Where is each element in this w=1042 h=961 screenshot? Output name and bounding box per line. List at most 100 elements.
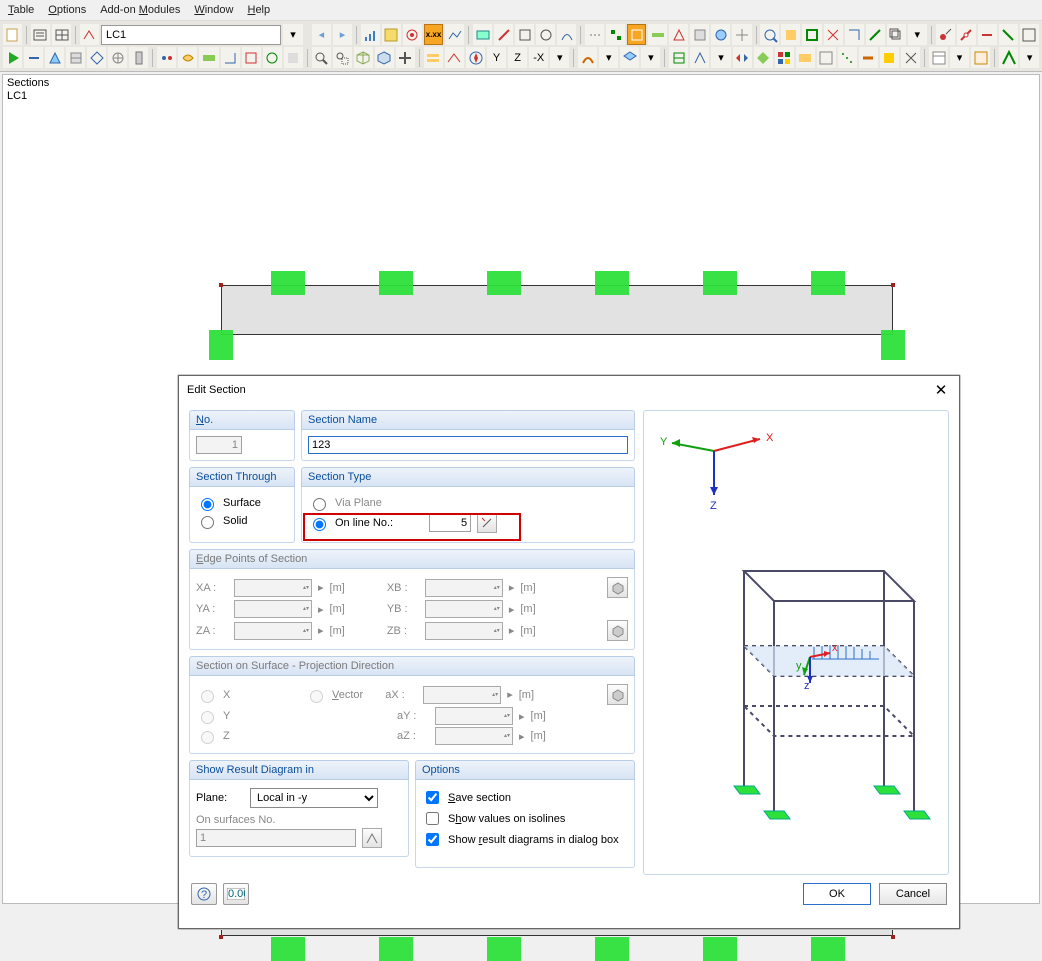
- toolbar-icon[interactable]: ▾: [550, 47, 569, 68]
- pick-point-b-button[interactable]: [607, 620, 628, 641]
- menu-addon[interactable]: Add-on Modules: [100, 4, 180, 16]
- toolbar-icon[interactable]: [606, 24, 625, 45]
- toolbar-icon[interactable]: [901, 47, 920, 68]
- pick-surface-button[interactable]: [362, 828, 382, 848]
- toolbar-icon[interactable]: [578, 47, 597, 68]
- plane-select[interactable]: Local in -y: [250, 788, 378, 808]
- pan-icon[interactable]: [396, 47, 415, 68]
- result-icon[interactable]: [445, 24, 464, 45]
- close-icon[interactable]: ✕: [931, 380, 951, 400]
- toolbar-icon[interactable]: ▾: [599, 47, 618, 68]
- on-line-radio[interactable]: [313, 518, 326, 531]
- toolbar-icon[interactable]: [845, 24, 864, 45]
- viewport[interactable]: Sections LC1 Edit Section ✕ No.: [2, 74, 1040, 904]
- toolbar-icon[interactable]: [732, 24, 751, 45]
- toolbar-icon[interactable]: [775, 47, 794, 68]
- toolbar-icon[interactable]: [929, 47, 948, 68]
- toolbar-icon[interactable]: [999, 47, 1018, 68]
- toolbar-icon[interactable]: ▾: [1020, 47, 1039, 68]
- toolbar-icon[interactable]: [971, 47, 990, 68]
- next-icon[interactable]: ▸: [333, 24, 352, 45]
- toolbar-icon[interactable]: [45, 47, 64, 68]
- grid-icon[interactable]: [52, 24, 71, 45]
- zoom-icon[interactable]: [312, 47, 331, 68]
- toolbar-icon[interactable]: Z: [508, 47, 527, 68]
- toolbar-icon[interactable]: [66, 47, 85, 68]
- toolbar-icon[interactable]: ▾: [950, 47, 969, 68]
- toolbar-icon[interactable]: [802, 24, 821, 45]
- show-result-diagrams-checkbox[interactable]: [426, 833, 439, 846]
- through-surface-radio[interactable]: [201, 498, 214, 511]
- ok-button[interactable]: OK: [803, 883, 871, 905]
- toolbar-icon[interactable]: [494, 24, 513, 45]
- toolbar-icon[interactable]: [760, 24, 779, 45]
- toolbar-icon[interactable]: [796, 47, 815, 68]
- pick-projection-button[interactable]: [607, 684, 628, 705]
- result-icon[interactable]: [403, 24, 422, 45]
- toolbar-icon[interactable]: [669, 47, 688, 68]
- on-line-no-input[interactable]: [429, 514, 471, 532]
- toolbar-icon[interactable]: [859, 47, 878, 68]
- show-isolines-checkbox[interactable]: [426, 812, 439, 825]
- toolbar-icon[interactable]: ▾: [711, 47, 730, 68]
- toolbar-icon[interactable]: -X: [529, 47, 548, 68]
- dropdown-icon[interactable]: ▾: [283, 24, 302, 45]
- toolbar-icon[interactable]: [817, 47, 836, 68]
- toolbar-icon[interactable]: [999, 24, 1018, 45]
- iso-view-icon[interactable]: [354, 47, 373, 68]
- menu-table[interactable]: Table: [8, 4, 34, 16]
- toolbar-icon[interactable]: [157, 47, 176, 68]
- toolbar-icon[interactable]: [627, 24, 646, 45]
- toolbar-icon[interactable]: [733, 47, 752, 68]
- toolbar-icon[interactable]: [620, 47, 639, 68]
- toolbar-icon[interactable]: Y: [487, 47, 506, 68]
- toolbar-icon[interactable]: [515, 24, 534, 45]
- toolbar-icon[interactable]: [424, 47, 443, 68]
- toolbar-icon[interactable]: [711, 24, 730, 45]
- toolbar-icon[interactable]: [754, 47, 773, 68]
- toolbar-icon[interactable]: [1020, 24, 1039, 45]
- toolbar-icon[interactable]: [887, 24, 906, 45]
- toolbar-icon[interactable]: [178, 47, 197, 68]
- toolbar-icon[interactable]: [690, 47, 709, 68]
- toolbar-icon[interactable]: [978, 24, 997, 45]
- toolbar-icon[interactable]: [199, 47, 218, 68]
- toolbar-icon[interactable]: [108, 47, 127, 68]
- toolbar-icon[interactable]: [445, 47, 464, 68]
- result-icon[interactable]: x.xx: [424, 24, 443, 45]
- toolbar-icon[interactable]: [221, 47, 240, 68]
- menu-window[interactable]: Window: [194, 4, 233, 16]
- menu-options[interactable]: Options: [48, 4, 86, 16]
- toolbar-icon[interactable]: [557, 24, 576, 45]
- via-plane-radio[interactable]: [313, 498, 326, 511]
- toolbar-icon[interactable]: [129, 47, 148, 68]
- toolbar-icon[interactable]: [473, 24, 492, 45]
- new-icon[interactable]: [3, 24, 22, 45]
- toolbar-icon[interactable]: [866, 24, 885, 45]
- pick-line-button[interactable]: [477, 513, 497, 533]
- menu-help[interactable]: Help: [247, 4, 270, 16]
- cancel-button[interactable]: Cancel: [879, 883, 947, 905]
- toolbar-icon[interactable]: [466, 47, 485, 68]
- toolbar-icon[interactable]: [824, 24, 843, 45]
- toolbar-icon[interactable]: [781, 24, 800, 45]
- toolbar-icon[interactable]: [284, 47, 303, 68]
- toolbar-icon[interactable]: [24, 47, 43, 68]
- view-icon[interactable]: [375, 47, 394, 68]
- toolbar-icon[interactable]: [3, 47, 22, 68]
- toolbar-icon[interactable]: [87, 47, 106, 68]
- toolbar-icon[interactable]: [936, 24, 955, 45]
- toolbar-icon[interactable]: [838, 47, 857, 68]
- prev-icon[interactable]: ◂: [312, 24, 331, 45]
- pick-point-a-button[interactable]: [607, 577, 628, 598]
- toolbar-icon[interactable]: [648, 24, 667, 45]
- save-section-checkbox[interactable]: [426, 791, 439, 804]
- units-button[interactable]: 0.00: [223, 883, 249, 905]
- toolbar-icon[interactable]: ▾: [641, 47, 660, 68]
- toolbar-icon[interactable]: [536, 24, 555, 45]
- lc-icon[interactable]: [80, 24, 99, 45]
- zoom-window-icon[interactable]: [333, 47, 352, 68]
- toolbar-icon[interactable]: ▾: [908, 24, 927, 45]
- toolbar-icon[interactable]: [669, 24, 688, 45]
- toolbar-icon[interactable]: [585, 24, 604, 45]
